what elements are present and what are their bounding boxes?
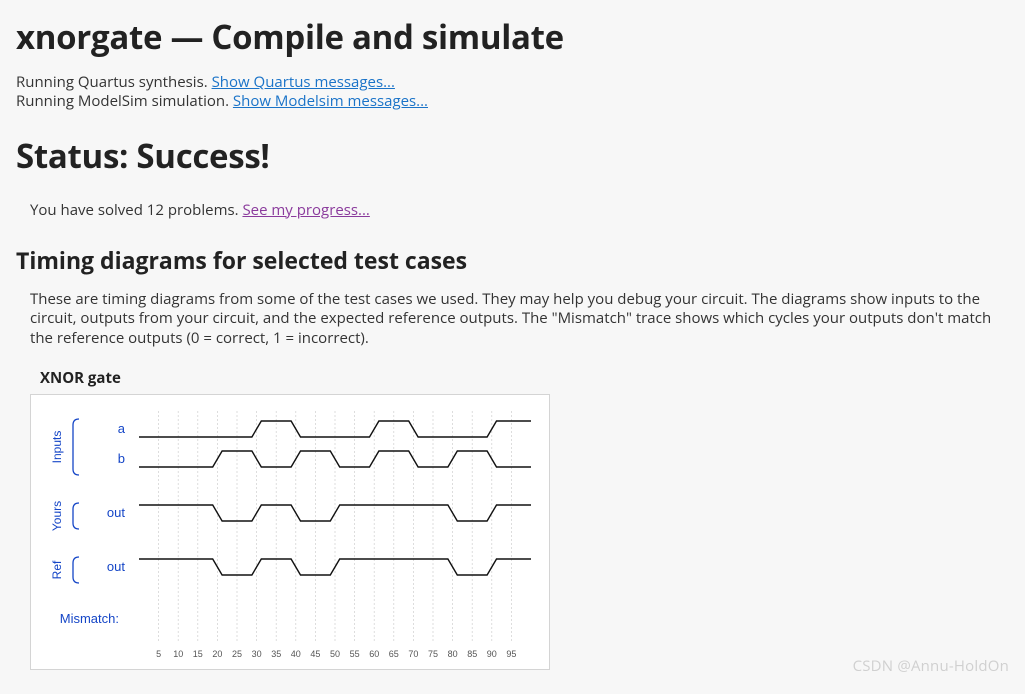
progress-text: You have solved 12 problems. — [30, 200, 242, 220]
svg-text:30: 30 — [252, 649, 262, 659]
svg-text:15: 15 — [193, 649, 203, 659]
svg-text:a: a — [118, 421, 126, 436]
see-progress-link[interactable]: See my progress... — [242, 200, 369, 220]
compile-status-block: Running Quartus synthesis. Show Quartus … — [16, 73, 1009, 111]
svg-text:50: 50 — [330, 649, 340, 659]
svg-text:85: 85 — [467, 649, 477, 659]
timing-diagram: Inputs ab Yours out Ref out Mismatch: 5 10 15 20 25… — [30, 394, 550, 670]
svg-text:10: 10 — [173, 649, 183, 659]
svg-text:Yours: Yours — [50, 501, 64, 531]
svg-text:Mismatch:: Mismatch: — [60, 611, 119, 626]
svg-text:Inputs: Inputs — [50, 431, 64, 464]
diagram-title: XNOR gate — [40, 368, 1009, 388]
svg-text:45: 45 — [310, 649, 320, 659]
svg-text:70: 70 — [408, 649, 418, 659]
modelsim-run-text: Running ModelSim simulation. — [16, 91, 233, 111]
svg-text:40: 40 — [291, 649, 301, 659]
watermark: CSDN @Annu-HoldOn — [853, 656, 1009, 676]
timing-heading: Timing diagrams for selected test cases — [16, 244, 1009, 276]
svg-text:55: 55 — [350, 649, 360, 659]
show-modelsim-messages-link[interactable]: Show Modelsim messages... — [233, 91, 428, 111]
svg-text:80: 80 — [448, 649, 458, 659]
svg-text:25: 25 — [232, 649, 242, 659]
svg-text:out: out — [107, 559, 125, 574]
timing-description: These are timing diagrams from some of t… — [30, 290, 1009, 349]
svg-text:95: 95 — [506, 649, 516, 659]
svg-text:75: 75 — [428, 649, 438, 659]
page-title: xnorgate — Compile and simulate — [16, 14, 1009, 59]
svg-text:out: out — [107, 505, 125, 520]
svg-text:Ref: Ref — [50, 560, 64, 579]
timing-diagram-svg: Inputs ab Yours out Ref out Mismatch: 5 10 15 20 25… — [39, 407, 539, 667]
svg-text:5: 5 — [156, 649, 161, 659]
svg-text:20: 20 — [212, 649, 222, 659]
quartus-run-text: Running Quartus synthesis. — [16, 72, 212, 92]
svg-text:90: 90 — [487, 649, 497, 659]
show-quartus-messages-link[interactable]: Show Quartus messages... — [212, 72, 395, 92]
svg-text:b: b — [118, 451, 125, 466]
svg-text:65: 65 — [389, 649, 399, 659]
status-heading: Status: Success! — [16, 133, 270, 178]
svg-text:35: 35 — [271, 649, 281, 659]
svg-text:60: 60 — [369, 649, 379, 659]
